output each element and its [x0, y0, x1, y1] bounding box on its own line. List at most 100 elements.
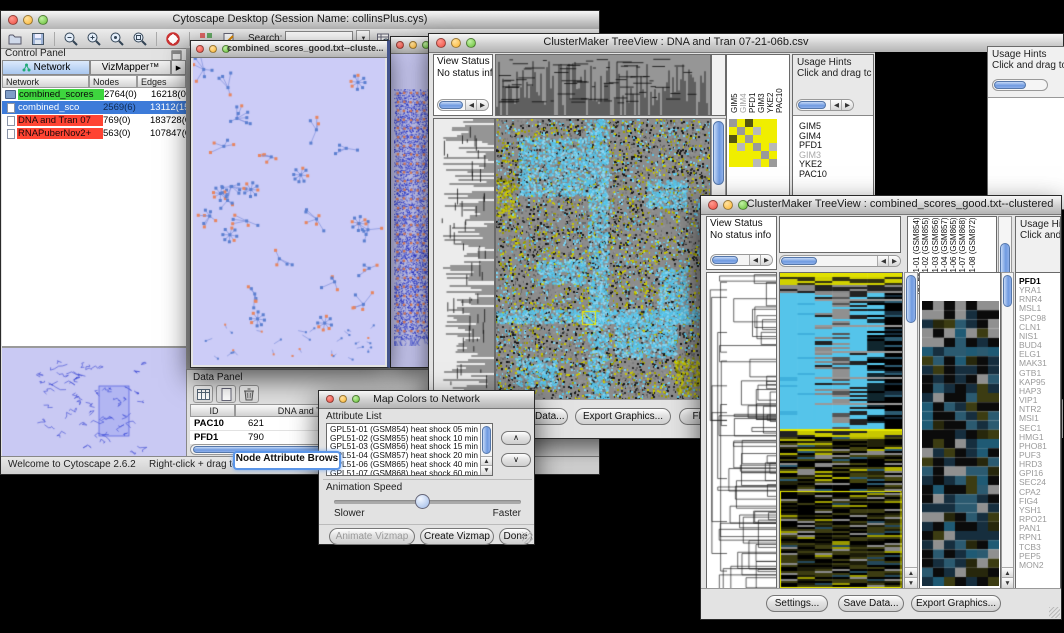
matrix-cell	[745, 127, 753, 135]
corner-spacer	[711, 54, 726, 116]
scrollbar-thumb[interactable]	[781, 257, 817, 265]
tab-vizmapper[interactable]: VizMapper™	[90, 60, 171, 75]
column-header-edges[interactable]: Edges	[137, 75, 186, 88]
network1-titlebar[interactable]: combined_scores_good.txt--cluste...	[191, 41, 387, 58]
column-header-nodes[interactable]: Nodes	[89, 75, 137, 88]
view-status-scrollbar[interactable]: ◀ ▶	[437, 99, 489, 111]
column-header-network[interactable]: Network	[2, 75, 89, 88]
row-dendrogram-canvas[interactable]	[434, 119, 494, 401]
zoom-button[interactable]	[466, 38, 476, 48]
heatmap-canvas[interactable]	[496, 119, 710, 401]
network-row[interactable]: combined_scores2764(0)16218(0)	[2, 88, 186, 101]
help-lifering-icon[interactable]	[163, 30, 183, 47]
column-dendrogram-canvas[interactable]	[496, 55, 710, 115]
close-button[interactable]	[396, 41, 404, 49]
matrix-cell	[737, 119, 745, 127]
animate-vizmap-button[interactable]: Animate Vizmap	[329, 528, 415, 545]
view-status-scrollbar[interactable]: ◀ ▶	[710, 254, 773, 266]
save-data-button[interactable]: Save Data...	[838, 595, 904, 612]
export-graphics-button[interactable]: Export Graphics...	[575, 408, 671, 425]
treeview1-heatmap-panel	[495, 118, 711, 402]
attribute-listbox[interactable]: GPL51-01 (GSM854) heat shock 05 minGPL51…	[326, 423, 493, 476]
scrollbar-thumb[interactable]	[798, 101, 826, 109]
treeview2-h-scrollbar[interactable]: ◀ ▶	[779, 255, 901, 267]
scroll-down-arrow[interactable]: ▼	[905, 577, 917, 588]
treeview2-col-dendrogram-panel[interactable]	[779, 216, 901, 253]
zoom-fit-icon[interactable]	[130, 30, 150, 47]
move-down-button[interactable]: ∨	[501, 453, 531, 467]
scrollbar-thumb[interactable]	[1003, 275, 1012, 307]
tab-overflow-arrow[interactable]: ▶	[171, 60, 186, 75]
network-row[interactable]: RNAPuberNov2+563(0)107847(0)	[2, 127, 186, 140]
minimize-button[interactable]	[409, 41, 417, 49]
zoom-out-icon[interactable]	[61, 30, 81, 47]
matrix-cell	[745, 119, 753, 127]
resize-grip[interactable]	[1049, 607, 1060, 618]
network1-view-canvas[interactable]	[193, 58, 385, 364]
new-page-icon[interactable]	[216, 385, 236, 403]
treeview2-titlebar[interactable]: ClusterMaker TreeView : combined_scores_…	[701, 196, 1061, 215]
save-icon[interactable]	[28, 30, 48, 47]
minimize-button[interactable]	[723, 200, 733, 210]
minimize-button[interactable]	[451, 38, 461, 48]
status-welcome: Welcome to Cytoscape 2.6.2	[8, 459, 136, 470]
trash-icon[interactable]	[239, 385, 259, 403]
resize-grip[interactable]	[522, 532, 533, 543]
zoom-heatmap-canvas[interactable]	[922, 301, 999, 586]
column-label: PAC10	[775, 57, 784, 113]
export-graphics-button[interactable]: Export Graphics...	[911, 595, 1001, 612]
data-column-id[interactable]: ID	[190, 404, 235, 417]
scrollbar-thumb[interactable]	[482, 426, 491, 454]
labels-h-scrollbar[interactable]: ◀ ▶	[796, 99, 854, 111]
heatmap-canvas[interactable]	[780, 273, 902, 590]
node-attribute-browser-tab[interactable]: Node Attribute Brows	[233, 451, 341, 470]
zoom-v-scrollbar[interactable]: ▲ ▼	[1001, 272, 1014, 589]
speed-slider-thumb[interactable]	[415, 494, 430, 509]
attribute-list-item[interactable]: GPL51-07 (GSM868) heat shock 60 min	[328, 469, 479, 476]
minimize-button[interactable]	[209, 45, 217, 53]
network-row[interactable]: DNA and Tran 07769(0)183728(0)	[2, 114, 186, 127]
scroll-down-arrow[interactable]: ▼	[481, 465, 492, 475]
network2-view-canvas[interactable]	[394, 89, 428, 346]
usage-scrollbar[interactable]	[992, 79, 1048, 91]
matrix-cell	[761, 151, 769, 159]
scrollbar-thumb[interactable]	[439, 101, 463, 109]
open-file-icon[interactable]	[5, 30, 25, 47]
close-button[interactable]	[708, 200, 718, 210]
settings-button[interactable]: Settings...	[766, 595, 828, 612]
tab-vizmapper-label: VizMapper™	[102, 62, 160, 73]
cytoscape-titlebar[interactable]: Cytoscape Desktop (Session Name: collins…	[1, 11, 599, 30]
network2-titlebar[interactable]	[391, 37, 429, 54]
dialog-title: Map Colors to Network	[319, 393, 534, 405]
column-label: PFD1	[748, 57, 757, 113]
scroll-right-arrow[interactable]: ▶	[888, 256, 900, 266]
zoom-selected-icon[interactable]	[107, 30, 127, 47]
move-up-button[interactable]: ∧	[501, 431, 531, 445]
scroll-right-arrow[interactable]: ▶	[476, 100, 488, 110]
zoom-in-icon[interactable]	[84, 30, 104, 47]
correlation-matrix[interactable]	[729, 119, 777, 167]
scrollbar-thumb[interactable]	[994, 81, 1026, 89]
scrollbar-thumb[interactable]	[906, 275, 916, 323]
node-table-icon[interactable]	[193, 385, 213, 403]
network-overview-panel[interactable]	[2, 346, 186, 461]
network-row[interactable]: combined_sco2569(6)13112(15)	[2, 101, 186, 114]
create-vizmap-button[interactable]: Create Vizmap	[420, 528, 494, 545]
scroll-right-arrow[interactable]: ▶	[760, 255, 772, 265]
close-button[interactable]	[436, 38, 446, 48]
tab-network[interactable]: Network	[2, 60, 90, 75]
network1-view[interactable]	[193, 58, 385, 365]
matrix-cell	[769, 135, 777, 143]
scroll-down-arrow[interactable]: ▼	[1002, 577, 1013, 588]
listbox-scrollbar[interactable]: ▲ ▼	[480, 424, 492, 475]
row-dendrogram-canvas[interactable]	[707, 273, 776, 588]
treeview2-v-scrollbar[interactable]: ▲ ▼	[904, 272, 918, 589]
scrollbar-thumb[interactable]	[713, 121, 724, 185]
usage-hints-title: Usage Hints	[988, 47, 1064, 60]
close-button[interactable]	[196, 45, 204, 53]
dialog-titlebar[interactable]: Map Colors to Network	[319, 391, 534, 409]
scroll-right-arrow[interactable]: ▶	[841, 100, 853, 110]
scrollbar-thumb[interactable]	[712, 256, 738, 264]
network-overview-canvas[interactable]	[5, 350, 182, 459]
treeview1-titlebar[interactable]: ClusterMaker TreeView : DNA and Tran 07-…	[429, 34, 1063, 53]
